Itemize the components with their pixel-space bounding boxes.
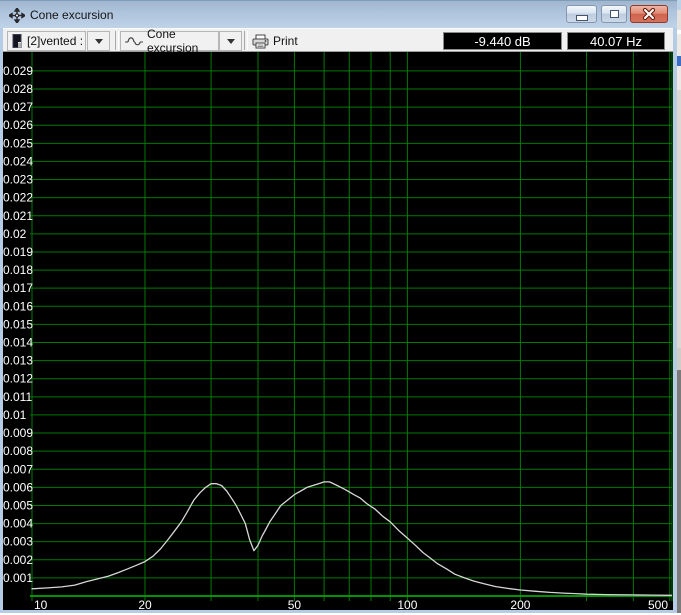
driver-select-dropdown-button[interactable]	[87, 31, 110, 51]
toolbar-separator	[115, 31, 119, 50]
svg-text:0.001: 0.001	[3, 571, 33, 585]
svg-text:0.025: 0.025	[3, 136, 33, 150]
print-label: Print	[273, 34, 298, 48]
svg-text:0.02: 0.02	[3, 227, 27, 241]
graph-type-select[interactable]: Cone excursion	[120, 27, 219, 55]
svg-text:100: 100	[397, 598, 417, 610]
svg-text:0.019: 0.019	[3, 245, 33, 259]
printer-icon	[252, 34, 269, 48]
svg-text:0.009: 0.009	[3, 426, 33, 440]
svg-text:0.006: 0.006	[3, 480, 33, 494]
svg-text:0.029: 0.029	[3, 64, 33, 78]
toolbar: [2]vented : Cone excursion Print -9.440 …	[3, 27, 673, 55]
svg-text:0.003: 0.003	[3, 535, 33, 549]
svg-text:0.028: 0.028	[3, 82, 33, 96]
svg-text:50: 50	[288, 598, 302, 610]
background-window-sliver	[677, 0, 681, 613]
cursor-frequency-readout: 40.07 Hz	[567, 32, 665, 50]
svg-text:0.002: 0.002	[3, 553, 33, 567]
close-button[interactable]	[630, 5, 668, 23]
graph-type-dropdown-button[interactable]	[219, 31, 242, 51]
svg-text:0.013: 0.013	[3, 354, 33, 368]
svg-text:0.012: 0.012	[3, 372, 33, 386]
driver-select[interactable]: [2]vented :	[7, 31, 86, 51]
svg-text:0.014: 0.014	[3, 336, 33, 350]
print-button[interactable]: Print	[248, 31, 302, 51]
svg-text:0.01: 0.01	[3, 408, 27, 422]
graph-type-value: Cone excursion	[147, 27, 199, 55]
svg-text:500: 500	[648, 598, 668, 610]
svg-text:0.011: 0.011	[3, 390, 32, 404]
svg-text:0.017: 0.017	[3, 281, 33, 295]
chevron-down-icon	[226, 38, 235, 44]
window-border-left	[0, 28, 3, 610]
svg-text:0.024: 0.024	[3, 154, 33, 168]
maximize-button[interactable]	[601, 5, 627, 23]
svg-text:0.026: 0.026	[3, 118, 33, 132]
driver-select-value: [2]vented :	[27, 34, 84, 48]
svg-text:0.018: 0.018	[3, 263, 33, 277]
svg-text:200: 200	[510, 598, 530, 610]
close-icon	[642, 8, 656, 20]
cursor-db-readout: -9.440 dB	[443, 32, 562, 50]
excursion-plot[interactable]: 0.029 0.028 0.027 0.026 0.025 0.024 0.023 0.022…	[3, 52, 673, 612]
minimize-button[interactable]	[566, 5, 597, 23]
chevron-down-icon	[94, 38, 103, 44]
svg-text:0.027: 0.027	[3, 100, 33, 114]
window-title: Cone excursion	[30, 8, 114, 22]
svg-text:0.008: 0.008	[3, 444, 33, 458]
svg-text:0.015: 0.015	[3, 317, 33, 331]
svg-text:0.016: 0.016	[3, 299, 33, 313]
svg-text:0.022: 0.022	[3, 191, 33, 205]
minimize-icon	[575, 14, 588, 21]
svg-text:0.023: 0.023	[3, 173, 33, 187]
maximize-icon	[609, 10, 619, 18]
crosshair-plot-icon	[9, 8, 25, 23]
driver-box-icon	[12, 34, 23, 48]
svg-text:10: 10	[34, 598, 48, 610]
excursion-plot-svg[interactable]: 0.0290.0280.0270.0260.0250.0240.0230.022…	[3, 52, 673, 612]
svg-text:0.021: 0.021	[3, 209, 33, 223]
waveform-icon	[125, 35, 143, 48]
svg-text:0.004: 0.004	[3, 517, 33, 531]
svg-text:20: 20	[138, 598, 152, 610]
svg-text:0.007: 0.007	[3, 462, 33, 476]
svg-text:0.005: 0.005	[3, 498, 33, 512]
cone-excursion-window: Cone excursion [2]vented: Cone excursio…	[0, 0, 677, 613]
titlebar[interactable]: Cone excursion	[0, 0, 677, 28]
